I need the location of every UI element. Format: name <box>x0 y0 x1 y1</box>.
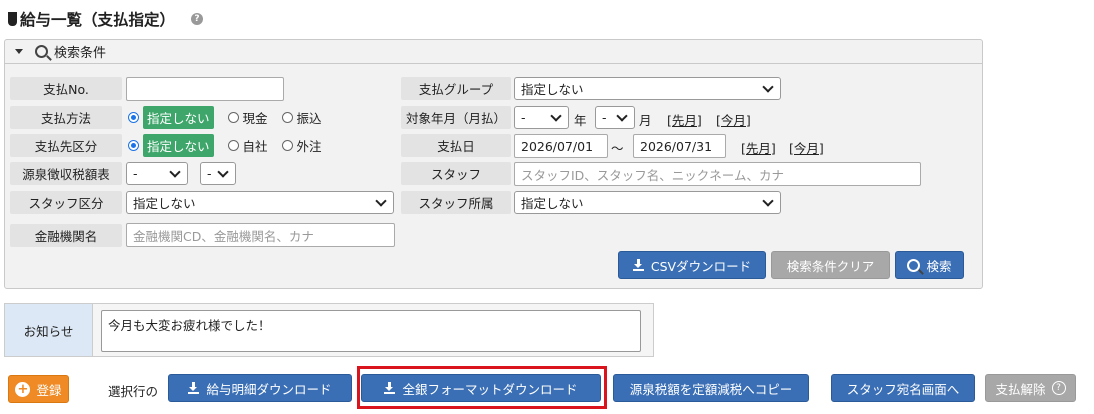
label-staff: スタッフ <box>401 162 511 185</box>
shiharai-no-input[interactable] <box>126 77 284 101</box>
search-icon <box>35 45 48 58</box>
collapse-triangle-icon[interactable] <box>15 49 23 54</box>
staff-atena-button[interactable]: スタッフ宛名画面へ <box>831 374 975 402</box>
help-icon[interactable]: ? <box>1051 381 1066 395</box>
kyuyo-meisai-download-label: 給与明細ダウンロード <box>206 381 332 397</box>
label-group: 支払グループ <box>401 77 511 100</box>
notice-section: お知らせ 今月も大変お疲れ様でした！ <box>4 303 654 357</box>
gensen-copy-label: 源泉税額を定額減税へコピー <box>629 381 793 397</box>
search-button[interactable]: 検索 <box>895 251 964 279</box>
taisho-month-select[interactable]: - <box>595 106 635 129</box>
date-separator: ～ <box>611 141 624 156</box>
plus-icon: + <box>15 381 31 397</box>
year-unit: 年 <box>574 113 587 128</box>
staff-input[interactable]: スタッフID、スタッフ名、ニックネーム、カナ <box>514 162 921 186</box>
chevron-down-icon <box>762 194 774 207</box>
page-title: 給与一覧（支払指定） <box>20 11 176 29</box>
search-panel-title: 検索条件 <box>54 46 107 61</box>
taisho-year-select[interactable]: - <box>514 106 569 129</box>
label-shiharaibi: 支払日 <box>401 134 511 157</box>
taisho-month-value: - <box>602 110 607 125</box>
download-icon <box>188 382 200 394</box>
radio-houhou-cash[interactable] <box>227 112 239 123</box>
shozoku-value: 指定しない <box>521 196 584 211</box>
payment-cancel-label: 支払解除 <box>995 381 1046 397</box>
label-taisho: 対象年月（月払） <box>401 106 511 129</box>
kinyu-input[interactable]: 金融機関CD、金融機関名、カナ <box>126 223 395 247</box>
staff-placeholder: スタッフID、スタッフ名、ニックネーム、カナ <box>521 167 784 183</box>
csv-download-button[interactable]: CSVダウンロード <box>618 251 766 279</box>
search-button-label: 検索 <box>926 258 952 274</box>
selected-rows-label: 選択行の <box>108 384 159 399</box>
kyuyo-meisai-download-button[interactable]: 給与明細ダウンロード <box>168 374 352 402</box>
chevron-down-icon <box>616 109 628 122</box>
radio-houhou-none[interactable] <box>128 112 139 123</box>
label-shozoku: スタッフ所属 <box>401 191 511 214</box>
search-icon <box>907 258 921 272</box>
clear-conditions-label: 検索条件クリア <box>786 258 875 274</box>
radio-label-houhou-cash[interactable]: 現金 <box>243 108 268 127</box>
radio-kubun-none[interactable] <box>128 140 139 151</box>
radio-label-kubun-none[interactable]: 指定しない <box>143 134 214 157</box>
register-button[interactable]: + 登録 <box>8 375 69 403</box>
date-this-month-link[interactable]: [今月] <box>789 138 824 157</box>
register-label: 登録 <box>36 382 62 398</box>
label-kinyu: 金融機関名 <box>10 224 122 247</box>
chevron-down-icon <box>217 165 229 178</box>
staff-atena-label: スタッフ宛名画面へ <box>846 381 960 397</box>
staff-kubun-value: 指定しない <box>133 196 196 211</box>
radio-kubun-external[interactable] <box>281 140 293 151</box>
taisho-this-month-link[interactable]: [今月] <box>716 110 751 129</box>
taisho-prev-month-link[interactable]: [先月] <box>667 110 702 129</box>
shiharai-houhou-radios: 指定しない 現金 振込 <box>128 106 336 129</box>
download-icon <box>632 259 644 271</box>
label-gensen: 源泉徴収税額表 <box>10 162 122 185</box>
radio-label-kubun-external[interactable]: 外注 <box>297 136 322 155</box>
bookmark-icon <box>8 12 17 26</box>
shiharaisaki-kubun-radios: 指定しない 自社 外注 <box>128 134 336 157</box>
chevron-down-icon <box>375 194 387 207</box>
date-from-input[interactable]: 2026/07/01 <box>514 134 608 158</box>
highlight-box <box>357 366 607 409</box>
taisho-year-value: - <box>521 110 526 125</box>
gensen-select-2[interactable]: - <box>200 162 236 185</box>
payment-cancel-button[interactable]: 支払解除 ? <box>985 374 1076 402</box>
month-unit: 月 <box>639 113 652 128</box>
search-panel-header[interactable]: 検索条件 <box>5 40 982 64</box>
help-icon[interactable]: ? <box>191 13 204 25</box>
gensen-select-2-value: - <box>207 166 212 181</box>
group-value: 指定しない <box>521 82 584 97</box>
chevron-down-icon <box>169 165 181 178</box>
label-staff-kubun: スタッフ区分 <box>10 191 122 214</box>
shozoku-select[interactable]: 指定しない <box>514 191 781 214</box>
radio-label-kubun-internal[interactable]: 自社 <box>243 136 268 155</box>
radio-houhou-transfer[interactable] <box>281 112 293 123</box>
label-shiharai-houhou: 支払方法 <box>10 106 122 129</box>
gensen-select-1-value: - <box>133 166 138 181</box>
kinyu-placeholder: 金融機関CD、金融機関名、カナ <box>133 228 314 244</box>
notice-textarea[interactable]: 今月も大変お疲れ様でした！ <box>101 310 641 352</box>
date-to-input[interactable]: 2026/07/31 <box>633 134 726 158</box>
csv-download-label: CSVダウンロード <box>650 258 752 274</box>
chevron-down-icon <box>762 80 774 93</box>
page-header: 給与一覧（支払指定） ? <box>8 8 204 30</box>
search-panel: 検索条件 支払No. 支払方法 支払先区分 源泉徴収税額表 スタッフ区分 金融機… <box>4 39 983 289</box>
group-select[interactable]: 指定しない <box>514 77 781 100</box>
radio-label-houhou-none[interactable]: 指定しない <box>143 106 214 129</box>
staff-kubun-select[interactable]: 指定しない <box>126 191 394 214</box>
gensen-copy-button[interactable]: 源泉税額を定額減税へコピー <box>613 374 809 402</box>
radio-kubun-internal[interactable] <box>227 140 239 151</box>
date-prev-month-link[interactable]: [先月] <box>741 138 776 157</box>
chevron-down-icon <box>550 109 562 122</box>
label-shiharai-no: 支払No. <box>10 77 122 100</box>
radio-label-houhou-transfer[interactable]: 振込 <box>297 108 322 127</box>
notice-label: お知らせ <box>5 304 93 356</box>
gensen-select-1[interactable]: - <box>126 162 188 185</box>
label-shiharaisaki-kubun: 支払先区分 <box>10 134 122 157</box>
clear-conditions-button[interactable]: 検索条件クリア <box>771 251 890 279</box>
